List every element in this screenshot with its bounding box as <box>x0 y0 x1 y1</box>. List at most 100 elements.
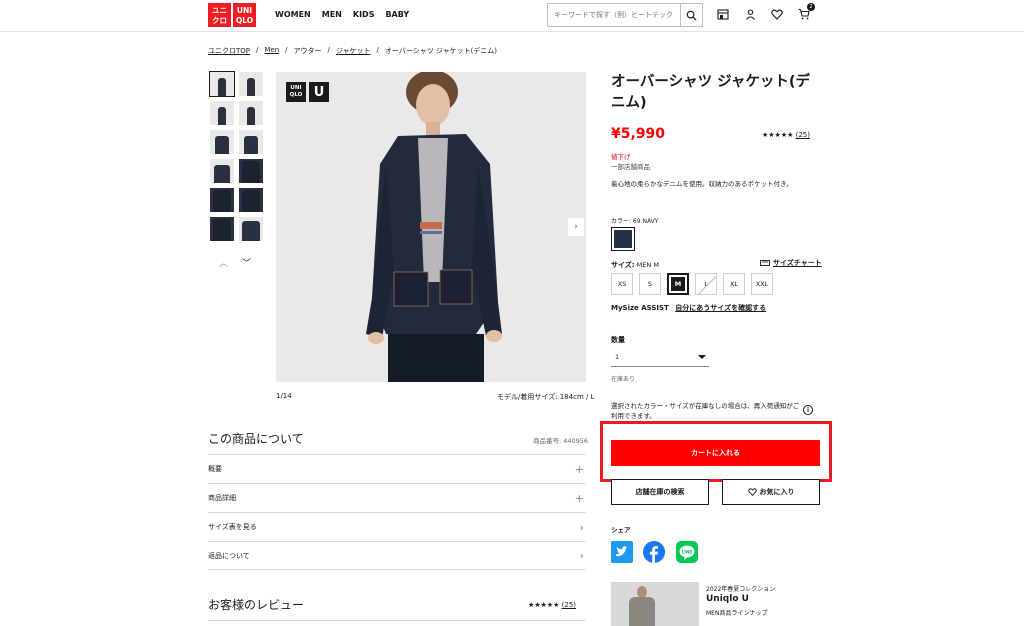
dropdown-caret-icon <box>698 354 706 359</box>
quantity-label: 数量 <box>611 336 625 344</box>
thumb-down-chevron-icon[interactable]: ﹀ <box>242 256 251 269</box>
product-number: 商品番号: 440956 <box>533 437 589 445</box>
chevron-right-icon: › <box>579 549 584 562</box>
accordion-label: 返品について <box>208 551 250 560</box>
svg-text:LINE: LINE <box>682 549 693 554</box>
thumbnail[interactable] <box>210 217 234 241</box>
promo-image[interactable] <box>611 582 699 626</box>
star-rating-icon: ★★★★★ <box>528 601 560 609</box>
partial-store-label: 一部店舗商品 <box>611 163 650 171</box>
mysize-label: MySize ASSIST <box>611 304 669 312</box>
store-icon[interactable] <box>715 6 731 22</box>
thumbnail[interactable] <box>210 159 234 183</box>
color-label: カラー: 69 NAVY <box>611 218 659 225</box>
thumbnail-list <box>209 71 264 241</box>
price-down-label: 値下げ <box>611 153 631 161</box>
size-chart-label: サイズチャート <box>773 259 822 267</box>
accordion-label: 商品詳細 <box>208 494 236 502</box>
logo-latin: UNI QLO <box>233 3 256 27</box>
thumbnail[interactable] <box>239 159 263 183</box>
reviews-title: お客様のレビュー <box>208 598 305 612</box>
uniqlo-logo[interactable]: ユニ クロ UNI QLO <box>208 3 256 27</box>
stock-status: 在庫あり <box>611 376 636 383</box>
star-rating-icon: ★★★★★ <box>762 131 794 139</box>
product-price: ¥5,990 <box>611 126 666 142</box>
accordion-overview[interactable]: 概要 + <box>208 454 586 483</box>
account-icon[interactable] <box>742 6 758 22</box>
nav-women[interactable]: WOMEN <box>275 10 311 19</box>
reviews-rating[interactable]: ★★★★★ (25) <box>528 601 576 609</box>
quantity-select[interactable]: 1 <box>611 347 709 367</box>
thumbnail[interactable] <box>239 188 263 212</box>
nav-men[interactable]: MEN <box>322 10 342 19</box>
uniqlo-badge: UNI QLO <box>286 82 306 102</box>
thumbnail[interactable] <box>239 101 263 125</box>
facebook-share-icon[interactable] <box>643 541 665 563</box>
accordion-label: 概要 <box>208 465 222 473</box>
add-to-cart-button[interactable]: カートに入れる <box>611 440 820 466</box>
breadcrumb-men[interactable]: Men <box>264 46 279 56</box>
accordion-details[interactable]: 商品詳細 + <box>208 483 586 512</box>
size-m-label: M <box>671 277 685 291</box>
thumbnail[interactable] <box>209 71 235 97</box>
size-l[interactable]: L <box>695 273 717 295</box>
model-size-info: モデル/着用サイズ: 184cm / L <box>497 393 595 401</box>
favorite-label: お気に入り <box>759 488 795 496</box>
promo-description: MEN商品ラインナップ <box>706 610 768 617</box>
info-icon[interactable]: i <box>803 405 813 415</box>
product-rating[interactable]: ★★★★★ (25) <box>762 131 810 139</box>
color-swatch-navy[interactable] <box>611 227 635 251</box>
thumbnail[interactable] <box>239 217 263 241</box>
nav-baby[interactable]: BABY <box>385 10 409 19</box>
cart-icon[interactable]: 2 <box>796 3 815 22</box>
thumbnail[interactable] <box>239 130 263 154</box>
mysize-assist: MySize ASSIST 自分にあうサイズを確認する <box>611 303 766 313</box>
favorite-button[interactable]: お気に入り <box>722 479 820 505</box>
search-box <box>547 3 703 27</box>
thumbnail[interactable] <box>239 72 263 96</box>
product-description: 着心地の柔らかなデニムを使用。収納力のあるポケット付き。 <box>611 180 793 188</box>
thumb-up-chevron-icon[interactable]: ︿ <box>219 256 228 269</box>
favorites-heart-icon[interactable] <box>769 6 785 22</box>
next-image-chevron-icon[interactable]: › <box>568 218 584 236</box>
size-xxl[interactable]: XXL <box>751 273 773 295</box>
logo-katakana: ユニ クロ <box>208 3 231 27</box>
promo-title[interactable]: Uniqlo U <box>706 594 749 604</box>
site-header: ユニ クロ UNI QLO WOMEN MEN KIDS BABY 2 <box>0 0 1024 32</box>
thumbnail[interactable] <box>210 101 234 125</box>
thumbnail[interactable] <box>210 130 234 154</box>
search-button[interactable] <box>680 4 702 26</box>
store-stock-search-button[interactable]: 店舗在庫の検索 <box>611 479 709 505</box>
ruler-icon <box>760 260 770 266</box>
breadcrumb-sep: / <box>327 46 330 54</box>
cart-count-badge: 2 <box>807 3 815 11</box>
size-xl[interactable]: XL <box>723 273 745 295</box>
share-label: シェア <box>611 526 631 534</box>
plus-icon: + <box>574 462 584 476</box>
size-chart-link[interactable]: サイズチャート <box>760 258 822 268</box>
breadcrumb-sep: / <box>376 46 379 54</box>
breadcrumb-outer: アウター <box>293 47 322 55</box>
product-title: オーバーシャツ ジャケット(デニム) <box>611 74 811 111</box>
thumbnail-nav: ︿ ﹀ <box>219 256 251 269</box>
model-photo <box>366 72 502 382</box>
search-input[interactable] <box>548 4 681 26</box>
restock-notice: 選択されたカラー・サイズが在庫なしの場合は、再入荷通知がご利用できます。 <box>611 402 800 420</box>
returns-link[interactable]: 返品について › <box>208 541 586 570</box>
size-m[interactable]: M <box>667 273 689 295</box>
twitter-share-icon[interactable] <box>611 541 633 563</box>
header-icons: 2 <box>715 3 815 22</box>
line-share-icon[interactable]: LINE <box>676 541 698 563</box>
nav-kids[interactable]: KIDS <box>353 10 375 19</box>
size-table-link[interactable]: サイズ表を見る › <box>208 512 586 541</box>
size-s[interactable]: S <box>639 273 661 295</box>
main-product-image[interactable]: UNI QLO U › <box>276 72 586 382</box>
u-badge: U <box>309 82 329 102</box>
thumbnail[interactable] <box>210 188 234 212</box>
breadcrumb-jacket[interactable]: ジャケット <box>336 46 371 56</box>
uniqlo-u-badge: UNI QLO U <box>286 82 329 102</box>
size-xs[interactable]: XS <box>611 273 633 295</box>
review-count: (25) <box>561 601 576 609</box>
breadcrumb-top[interactable]: ユニクロTOP <box>208 46 250 56</box>
mysize-link[interactable]: 自分にあうサイズを確認する <box>675 304 766 312</box>
